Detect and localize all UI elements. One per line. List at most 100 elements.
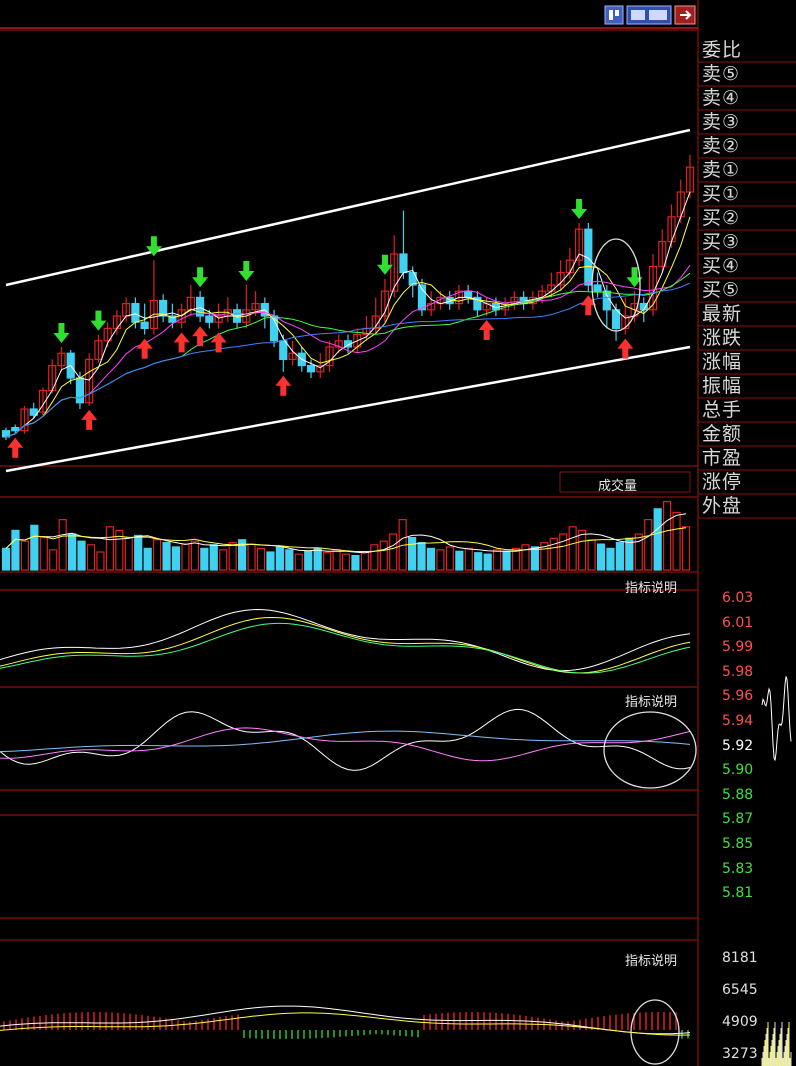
candle-body — [279, 340, 288, 360]
volume-tick-label: 4909 — [722, 1014, 758, 1030]
layout-icon[interactable] — [626, 5, 672, 25]
quote-label: 涨幅 — [702, 351, 743, 373]
volume-bar — [200, 547, 209, 571]
indicator-line — [0, 608, 691, 672]
quote-label: 涨跌 — [702, 327, 743, 349]
volume-bar — [596, 543, 606, 571]
volume-bar — [426, 547, 436, 571]
volume-bar — [323, 552, 332, 571]
volume-bar — [493, 549, 502, 571]
volume-bar — [436, 549, 445, 571]
candle-body — [205, 315, 214, 323]
volume-bar — [417, 542, 426, 571]
volume-tick-label: 3273 — [722, 1046, 758, 1062]
ma-line — [5, 264, 691, 438]
price-tick-label: 5.92 — [722, 737, 754, 754]
volume-tick-label: 6545 — [722, 982, 758, 998]
volume-bar — [171, 546, 181, 571]
price-tick-label: 6.03 — [722, 590, 754, 606]
volume-bar — [181, 543, 190, 571]
quote-label: 振幅 — [702, 375, 743, 397]
sell-signal-arrow — [238, 261, 255, 281]
top-toolbar — [604, 5, 696, 25]
volume-bar — [153, 539, 162, 571]
volume-bar — [332, 549, 341, 571]
volume-bar — [304, 550, 313, 571]
volume-bar — [341, 553, 351, 571]
volume-bar — [68, 533, 77, 571]
indicator-2-title[interactable]: 指标说明 — [625, 691, 677, 710]
sell-signal-arrow — [571, 199, 588, 219]
quote-label: 涨停 — [702, 471, 743, 493]
volume-bar — [275, 546, 284, 571]
volume-bar — [228, 542, 237, 571]
indicator-3-title[interactable]: 指标说明 — [625, 950, 677, 969]
volume-bar — [247, 543, 256, 571]
volume-bar — [502, 550, 511, 571]
indicator-line — [0, 616, 691, 674]
volume-bar — [266, 551, 275, 571]
buy-signal-arrow — [192, 326, 209, 347]
volume-bar — [11, 529, 20, 571]
quote-label: 买② — [702, 207, 741, 229]
volume-bar — [49, 549, 58, 571]
candle-body — [75, 377, 85, 404]
volume-bar — [190, 540, 199, 571]
buy-signal-arrow — [275, 375, 292, 396]
volume-bar — [663, 501, 672, 571]
candle-body — [11, 427, 20, 432]
volume-bar — [672, 511, 681, 571]
price-tick-label: 5.90 — [722, 762, 754, 779]
indicator-panel-1 — [0, 608, 691, 674]
volume-panel-title[interactable]: 成交量 — [598, 475, 637, 494]
volume-bar — [379, 540, 388, 571]
volume-bar — [360, 551, 369, 571]
indicator-panel-3 — [0, 999, 691, 1065]
quote-label: 买⑤ — [702, 279, 741, 301]
buy-signal-arrow — [7, 437, 24, 458]
volume-bar — [521, 544, 530, 571]
volume-bar — [20, 540, 29, 571]
trendline — [5, 345, 691, 473]
volume-bar — [285, 549, 294, 571]
indicator-1-title[interactable]: 指标说明 — [625, 577, 677, 596]
volume-tick-label: 8181 — [722, 950, 758, 966]
volume-bar — [39, 536, 48, 571]
price-tick-label: 5.85 — [722, 836, 754, 852]
quote-label: 市盈 — [702, 447, 743, 469]
price-tick-label: 5.88 — [722, 786, 754, 803]
volume-bar — [370, 544, 379, 571]
volume-bar — [615, 542, 624, 571]
candle-body — [140, 321, 149, 330]
buy-signal-arrow — [478, 320, 495, 340]
exit-icon[interactable] — [674, 5, 696, 25]
volume-bar — [294, 553, 303, 571]
quote-label: 卖⑤ — [702, 63, 741, 85]
volume-bars — [1, 501, 691, 571]
candle-body — [593, 284, 602, 292]
price-tick-label: 5.94 — [722, 713, 754, 729]
quote-label: 卖① — [702, 159, 741, 181]
chart-grid — [0, 0, 796, 1066]
volume-bar — [483, 553, 492, 571]
signal-arrows — [7, 199, 643, 458]
grid-toggle-icon[interactable] — [604, 5, 624, 25]
quote-label: 总手 — [702, 399, 743, 421]
quote-label: 卖② — [702, 135, 741, 157]
volume-bar — [474, 552, 483, 571]
volume-bar — [162, 542, 171, 571]
volume-bar — [124, 536, 133, 571]
quote-label: 买④ — [702, 255, 741, 277]
volume-bar — [653, 508, 662, 571]
indicator-line — [0, 708, 691, 771]
volume-bar — [143, 547, 152, 571]
buy-signal-arrow — [173, 332, 190, 353]
indicator-line — [0, 727, 691, 762]
price-tick-label: 5.87 — [722, 811, 754, 828]
highlight-circle — [630, 999, 680, 1065]
volume-bar — [209, 544, 218, 571]
volume-bar — [86, 544, 96, 571]
quote-label: 买① — [702, 183, 741, 205]
buy-signal-arrow — [136, 338, 153, 359]
quote-label: 卖④ — [702, 87, 741, 109]
